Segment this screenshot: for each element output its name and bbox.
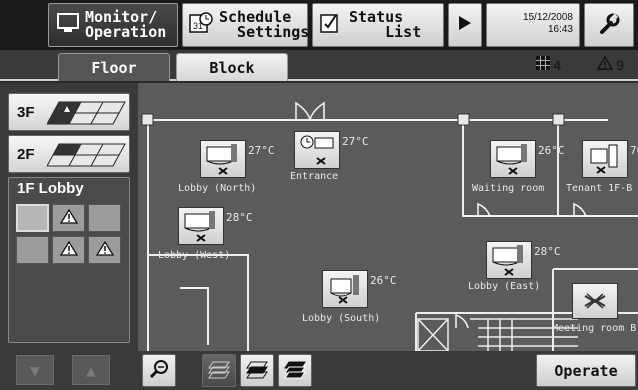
unit-name: Lobby (East) [468, 281, 541, 292]
unit-name: Lobby (West) [158, 250, 231, 261]
unit-count-value: 4 [553, 56, 562, 73]
zoom-button[interactable] [142, 354, 176, 387]
block-cell[interactable] [88, 204, 121, 232]
play-icon [458, 15, 472, 35]
ac-unit-icon [178, 207, 224, 245]
block-cell-alert[interactable] [88, 236, 121, 264]
unit-count: 4 [536, 56, 561, 73]
floor-1f-label: 1F Lobby [17, 180, 84, 197]
maintenance-button[interactable] [584, 3, 634, 47]
floor-selector-panel: 3F 2F 1F Lobby ▼ ▲ [0, 83, 138, 390]
unit-name: Waiting room [472, 183, 545, 194]
status-counts: 4 9 [536, 55, 624, 73]
block-cell-selected[interactable] [16, 204, 49, 232]
layer-view-2-button[interactable] [240, 354, 274, 387]
floor-2f-button[interactable]: 2F [8, 135, 130, 173]
alert-count-value: 9 [616, 56, 624, 73]
block-cell-alert[interactable] [52, 236, 85, 264]
date-text: 15/12/2008 [522, 12, 573, 23]
scroll-down-button[interactable]: ▼ [16, 355, 54, 385]
unit-name: Entrance [290, 171, 339, 182]
checklist-icon [319, 12, 343, 38]
ac-unit-icon [294, 131, 340, 169]
unit-temperature: 76 [630, 144, 638, 157]
unit-name: Tenant 1F-B [566, 183, 633, 194]
alert-count: 9 [596, 55, 624, 73]
layer-view-3-button[interactable] [278, 354, 312, 387]
layers-icon [245, 358, 269, 384]
magnifier-icon [148, 358, 170, 384]
ac-unit-icon [322, 270, 368, 308]
top-bar: Monitor/ Operation 31 Schedule Settings … [0, 0, 638, 50]
grid-icon [536, 56, 551, 73]
ac-unit-icon [582, 140, 628, 178]
unit-name: Meeting room B [552, 323, 637, 334]
unit-temperature: 28°C [534, 245, 561, 258]
unit-name: Lobby (North) [178, 183, 257, 194]
arrow-down-icon: ▼ [30, 360, 40, 380]
next-button[interactable] [448, 3, 482, 47]
status-list-label: Status List [349, 8, 422, 41]
floor-2f-label: 2F [17, 146, 35, 163]
tab-block[interactable]: Block [176, 53, 288, 81]
ac-unit-icon [490, 140, 536, 178]
block-cell[interactable] [16, 236, 49, 264]
unit-name: Lobby (South) [302, 313, 381, 324]
status-list-button[interactable]: Status List [312, 3, 444, 47]
floor-plan-icon [46, 100, 127, 130]
calendar-icon: 31 [189, 12, 213, 38]
block-cell-alert[interactable] [52, 204, 85, 232]
layers-icon [283, 358, 307, 384]
view-tab-row: Floor Block 4 9 [0, 50, 638, 81]
floor-plan-map: 27°C Lobby (North) 27°C Entrance 26°C Wa… [138, 83, 638, 351]
floor-1f-lobby-button[interactable]: 1F Lobby [8, 177, 130, 343]
unit-temperature: 28°C [226, 211, 253, 224]
warning-icon [59, 240, 78, 260]
ac-unit-icon [572, 283, 618, 319]
monitor-operation-label: Monitor/ Operation [85, 8, 167, 41]
tab-floor[interactable]: Floor [58, 53, 170, 81]
unit-temperature: 27°C [248, 144, 275, 157]
warning-icon [596, 55, 614, 73]
floor-3f-button[interactable]: 3F [8, 93, 130, 131]
unit-temperature: 26°C [538, 144, 565, 157]
layers-icon [207, 358, 231, 384]
arrow-up-icon: ▲ [86, 360, 96, 380]
warning-icon [95, 240, 114, 260]
schedule-settings-button[interactable]: 31 Schedule Settings [182, 3, 310, 47]
operate-button[interactable]: Operate [536, 354, 636, 387]
time-text: 16:43 [547, 24, 573, 35]
unit-temperature: 27°C [342, 135, 369, 148]
ac-unit-icon [486, 241, 532, 279]
unit-temperature: 26°C [370, 274, 397, 287]
floor-plan-icon [46, 142, 127, 172]
map-toolbar: Operate [138, 351, 638, 390]
floor-3f-label: 3F [17, 104, 35, 121]
date-time-display: 15/12/2008 16:43 [486, 3, 580, 47]
schedule-settings-label: Schedule Settings [219, 8, 310, 41]
monitor-operation-button[interactable]: Monitor/ Operation [48, 3, 178, 47]
monitor-icon [57, 13, 79, 37]
warning-icon [59, 208, 78, 228]
layer-view-1-button[interactable] [202, 354, 236, 387]
ac-unit-icon [200, 140, 246, 178]
scroll-up-button[interactable]: ▲ [72, 355, 110, 385]
wrench-icon [598, 12, 620, 38]
